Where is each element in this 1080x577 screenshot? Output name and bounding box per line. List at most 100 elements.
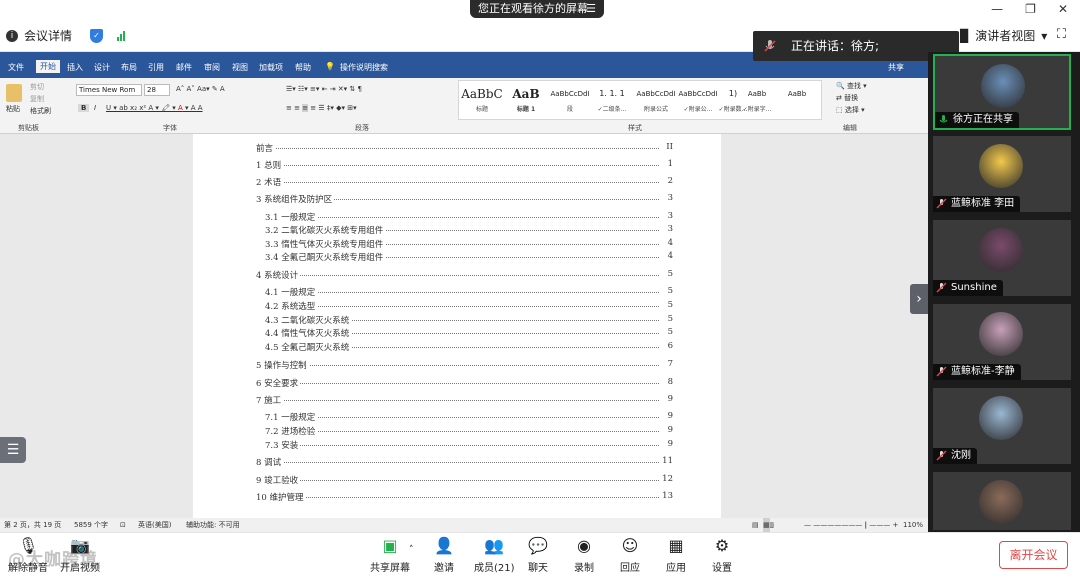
meeting-details-link[interactable]: 会议详情	[24, 27, 72, 44]
participant-tile[interactable]: 徐方正在共享	[933, 54, 1071, 130]
toc-entry[interactable]: 7.3 安装 9	[265, 439, 673, 451]
proofing-icon[interactable]: ⊡	[120, 518, 126, 532]
tab-home[interactable]: 开始	[36, 60, 60, 73]
toc-entry[interactable]: 4 系统设计 5	[256, 269, 673, 281]
toc-entry[interactable]: 3.3 惰性气体灭火系统专用组件 4	[265, 238, 673, 250]
toc-entry[interactable]: 1 总则 1	[256, 159, 673, 171]
page-count[interactable]: 第 2 页，共 19 页	[4, 518, 61, 532]
fullscreen-icon[interactable]: ⛶	[1057, 27, 1066, 42]
list-buttons[interactable]: ☰▾ ☷▾ ≡▾ ⇤ ⇥ ✕▾ ⇅ ¶	[286, 85, 362, 93]
toc-entry[interactable]: 3.1 一般规定 3	[265, 211, 673, 223]
toc-entry[interactable]: 4.3 二氧化碳灭火系统 5	[265, 314, 673, 326]
zoom-level[interactable]: 110%	[903, 518, 923, 532]
chat-button[interactable]: 💬 聊天	[528, 537, 548, 575]
participant-tile[interactable]: Sunshine	[933, 220, 1071, 296]
tab-design[interactable]: 设计	[94, 62, 110, 73]
tab-file[interactable]: 文件	[8, 62, 24, 73]
accessibility-indicator[interactable]: 辅助功能: 不可用	[186, 518, 240, 532]
toc-entry[interactable]: 4.4 惰性气体灭火系统 5	[265, 327, 673, 339]
toc-entry[interactable]: 9 竣工验收 12	[256, 474, 673, 486]
view-selector[interactable]: ▉ 演讲者视图 ▾	[960, 27, 1047, 44]
toc-entry[interactable]: 8 调试 11	[256, 456, 673, 468]
underline-button[interactable]: U ▾ ab x₂ x² A ▾ 🖍 ▾ A ▾ A A	[106, 104, 203, 112]
font-name-field[interactable]: Times New Rom	[76, 84, 142, 96]
tab-insert[interactable]: 插入	[67, 62, 83, 73]
word-count[interactable]: 5859 个字	[74, 518, 108, 532]
cut-button[interactable]: 剪切	[30, 82, 44, 92]
paste-label[interactable]: 粘贴	[6, 104, 20, 114]
style-more[interactable]: AaBb	[782, 84, 812, 118]
style-appendix-formula[interactable]: AaBbCcDdI 附录公式	[634, 84, 678, 118]
mute-button[interactable]: 🎙 解除静音	[8, 537, 48, 575]
tab-view[interactable]: 视图	[232, 62, 248, 73]
font-size-field[interactable]: 28	[144, 84, 170, 96]
bold-button[interactable]: B	[78, 104, 90, 112]
settings-button[interactable]: ⚙ 设置	[712, 537, 732, 575]
minimize-button[interactable]: —	[991, 2, 1003, 16]
signal-strength-icon[interactable]	[117, 30, 126, 41]
next-page-arrow-icon[interactable]: ›	[910, 284, 928, 314]
alignment-buttons[interactable]: ≡ ≡ ≡ ≡ ☰ ‡▾ ◆▾ ⊞▾	[286, 104, 357, 112]
style-paragraph[interactable]: AaBbCcDdI 段	[548, 84, 592, 118]
toc-entry[interactable]: 3.4 全氟己酮灭火系统专用组件 4	[265, 251, 673, 263]
record-button[interactable]: ◉ 录制	[574, 537, 594, 575]
tab-layout[interactable]: 布局	[121, 62, 137, 73]
toc-entry[interactable]: 3 系统组件及防护区 3	[256, 193, 673, 205]
toc-entry[interactable]: 7 施工 9	[256, 394, 673, 406]
toc-entry[interactable]: 4.5 全氟己酮灭火系统 6	[265, 341, 673, 353]
paste-icon[interactable]	[6, 84, 22, 102]
banner-menu-icon[interactable]: ☰	[586, 0, 596, 18]
share-word-button[interactable]: 共享	[888, 62, 904, 73]
font-grow-shrink-icons[interactable]: A˄ A˅ Aa▾ ✎ A	[176, 85, 225, 93]
toc-entry[interactable]: 6 安全要求 8	[256, 377, 673, 389]
participant-tile[interactable]	[933, 472, 1071, 530]
toc-entry[interactable]: 10 维护管理 13	[256, 491, 673, 503]
side-menu-icon[interactable]: ☰	[0, 437, 26, 463]
reactions-button[interactable]: ☺ 回应	[620, 537, 640, 575]
video-button[interactable]: 📷 开启视频	[60, 537, 100, 575]
toc-entry[interactable]: 4.2 系统选型 5	[265, 300, 673, 312]
toc-entry[interactable]: 7.1 一般规定 9	[265, 411, 673, 423]
tell-me-search[interactable]: 操作说明搜索	[340, 62, 388, 73]
tab-addins[interactable]: 加载项	[259, 62, 283, 73]
italic-button[interactable]: I	[94, 104, 96, 112]
toc-entry[interactable]: 7.2 进场检验 9	[265, 425, 673, 437]
find-button[interactable]: 🔍 查找 ▾	[836, 81, 867, 91]
toc-entry[interactable]: 前言 II	[256, 142, 673, 154]
members-button[interactable]: 👥 成员(21)	[474, 537, 515, 575]
copy-button[interactable]: 复制	[30, 94, 44, 104]
style-appendix-formula2[interactable]: AaBbCcDdI ✓附录公...	[676, 84, 720, 118]
participant-tile[interactable]: 蓝鲸标准-李静	[933, 304, 1071, 380]
sharing-banner[interactable]: 您正在观看徐方的屏幕 ☰	[470, 0, 604, 18]
style-level2[interactable]: 1. 1. 1 ✓二级条...	[590, 84, 634, 118]
info-icon[interactable]: i	[6, 29, 18, 42]
close-button[interactable]: ✕	[1058, 2, 1068, 16]
apps-button[interactable]: ▦ 应用	[666, 537, 686, 575]
share-options-chevron-icon[interactable]: ˄	[409, 545, 414, 555]
participant-tile[interactable]: 蓝鲸标准 李田	[933, 136, 1071, 212]
replace-button[interactable]: ⇄ 替换	[836, 93, 858, 103]
style-title[interactable]: AaBbC 标题	[460, 84, 504, 118]
tab-review[interactable]: 审阅	[204, 62, 220, 73]
toc-entry[interactable]: 3.2 二氧化碳灭火系统专用组件 3	[265, 224, 673, 236]
view-mode-icons[interactable]: ▤ ▦ ▥	[752, 518, 774, 532]
security-shield-icon[interactable]: ✓	[90, 28, 104, 43]
share-screen-button[interactable]: ▣ 共享屏幕	[370, 537, 410, 575]
select-button[interactable]: ⬚ 选择 ▾	[836, 105, 865, 115]
toc-entry[interactable]: 2 术语 2	[256, 176, 673, 188]
invite-button[interactable]: 👤 邀请	[434, 537, 454, 575]
document-page[interactable]: 前言 II 1 总则 1 2 术语 2 3 系统组件及防护区 3 3.1 一般规定 3 3.2 二氧…	[193, 134, 721, 532]
language-indicator[interactable]: 英语(美国)	[138, 518, 171, 532]
zoom-slider[interactable]: — ——————— | ——— +	[804, 518, 898, 532]
participant-tile[interactable]: 沈刚	[933, 388, 1071, 464]
toc-entry[interactable]: 4.1 一般规定 5	[265, 286, 673, 298]
style-heading1[interactable]: AaB 标题 1	[504, 84, 548, 118]
toc-entry[interactable]: 5 操作与控制 7	[256, 359, 673, 371]
format-painter-button[interactable]: 格式刷	[30, 106, 51, 116]
leave-meeting-button[interactable]: 离开会议	[999, 541, 1068, 569]
tab-help[interactable]: 帮助	[295, 62, 311, 73]
style-appendix-text[interactable]: AaBb ✓附录字...	[742, 84, 772, 118]
tab-references[interactable]: 引用	[148, 62, 164, 73]
restore-button[interactable]: ❐	[1025, 2, 1036, 16]
tab-mailings[interactable]: 邮件	[176, 62, 192, 73]
